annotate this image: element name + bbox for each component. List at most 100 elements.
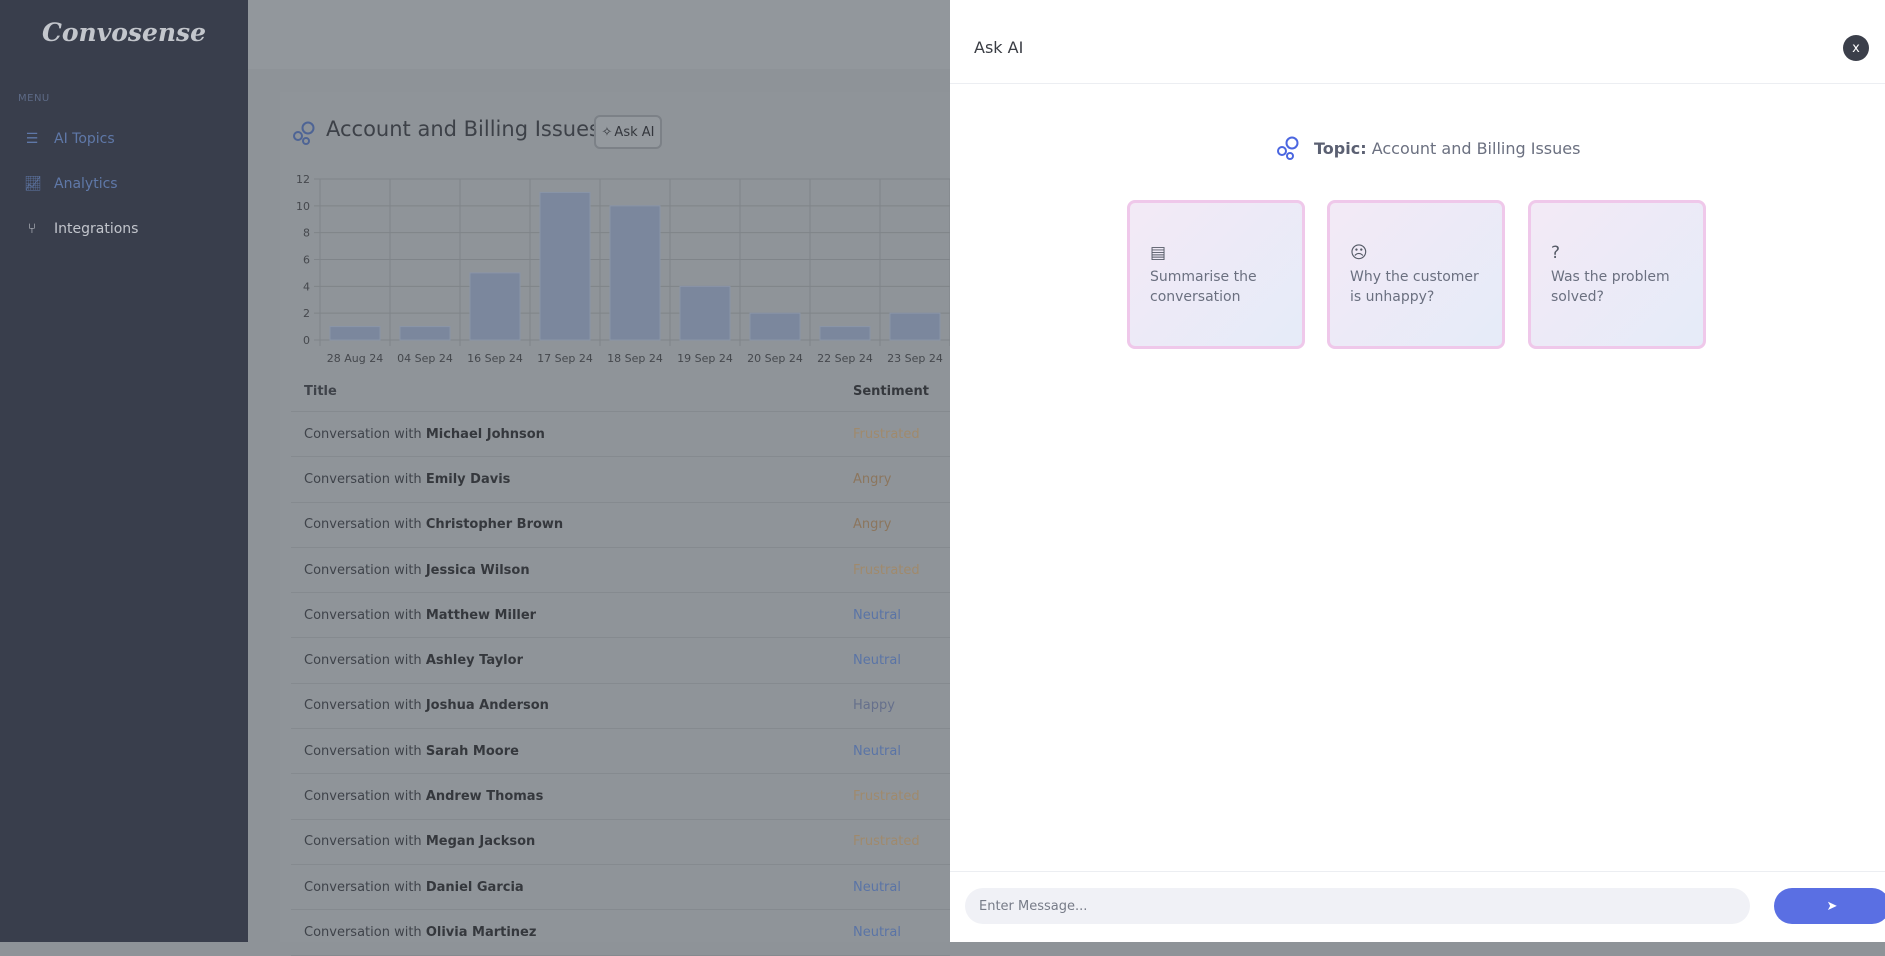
row-title: Conversation with Emily Davis <box>304 471 511 487</box>
sentiment-label: Neutral <box>853 924 901 940</box>
table-row[interactable]: Conversation with Sarah Moore Neutral <box>291 729 950 775</box>
x-tick-label: 20 Sep 24 <box>747 352 803 365</box>
bar <box>469 272 521 341</box>
sentiment-label: Frustrated <box>853 562 920 578</box>
row-title: Conversation with Jessica Wilson <box>304 562 530 578</box>
suggestion-text: Was the problem <box>1551 269 1670 285</box>
divider <box>950 871 1885 872</box>
bubbles-icon <box>1277 136 1299 160</box>
divider <box>950 83 1885 84</box>
topic-value: Account and Billing Issues <box>1371 138 1581 158</box>
table-row[interactable]: Conversation with Matthew Miller Neutral <box>291 593 950 639</box>
sentiment-label: Angry <box>853 471 892 487</box>
row-title: Conversation with Andrew Thomas <box>304 789 544 805</box>
y-tick-label: 10 <box>296 200 310 213</box>
x-tick-label: 19 Sep 24 <box>677 352 733 365</box>
sentiment-label: Neutral <box>853 607 901 623</box>
sidebar-item-label: Analytics <box>54 176 118 192</box>
suggestion-text: conversation <box>1150 289 1241 305</box>
suggestion-text: is unhappy? <box>1350 289 1435 305</box>
bar-chart: 0 2 4 6 8 10 12 28 Aug 24 04 Sep 24 16 Sep 24 17 S… <box>296 173 950 365</box>
header-sentiment: Sentiment <box>853 384 929 399</box>
sentiment-label: Frustrated <box>853 834 920 850</box>
x-tick-label: 18 Sep 24 <box>607 352 663 365</box>
close-button[interactable]: x <box>1843 35 1869 61</box>
row-title: Conversation with Joshua Anderson <box>304 698 549 714</box>
sentiment-label: Frustrated <box>853 426 920 442</box>
top-bar <box>248 0 950 69</box>
sidebar-item-integrations[interactable]: ⑂ Integrations <box>24 221 139 237</box>
bar <box>819 326 871 341</box>
table-row[interactable]: Conversation with Daniel Garcia Neutral <box>291 865 950 911</box>
bar <box>399 326 451 341</box>
document-icon: ▤ <box>1150 243 1167 263</box>
row-title: Conversation with Ashley Taylor <box>304 653 523 669</box>
suggestion-text: Summarise the <box>1150 269 1257 285</box>
page-title: Account and Billing Issues <box>326 117 600 141</box>
topic-label: Topic: <box>1314 138 1367 158</box>
table-row[interactable]: Conversation with Olivia Martinez Neutral <box>291 910 950 956</box>
sad-face-icon: ☹ <box>1350 243 1368 263</box>
logo: Convosense <box>41 18 207 47</box>
suggestion-summarise[interactable]: ▤ Summarise the conversation <box>1127 200 1305 349</box>
ask-ai-panel: Ask AI x Topic: Account and Billing Issu… <box>950 0 1885 942</box>
suggestion-text: Why the customer <box>1350 269 1479 285</box>
y-tick-label: 4 <box>303 280 310 293</box>
x-tick-label: 17 Sep 24 <box>537 352 593 365</box>
bar <box>889 312 941 341</box>
y-tick-label: 8 <box>303 227 310 240</box>
suggestion-text: solved? <box>1551 289 1604 305</box>
y-tick-label: 2 <box>303 307 310 320</box>
bar <box>749 312 801 341</box>
bar <box>679 285 731 341</box>
bar <box>329 326 381 341</box>
y-tick-label: 6 <box>303 254 310 267</box>
x-tick-label: 16 Sep 24 <box>467 352 523 365</box>
sidebar-item-label: Integrations <box>54 221 139 237</box>
ask-ai-label: Ask AI <box>614 124 655 140</box>
sparkle-icon: ✧ <box>601 124 613 140</box>
sentiment-label: Neutral <box>853 653 901 669</box>
ask-ai-button[interactable]: ✧ Ask AI <box>594 115 662 149</box>
row-title: Conversation with Olivia Martinez <box>304 924 537 940</box>
sidebar-item-analytics[interactable]: 📈︎ Analytics <box>24 176 118 192</box>
table-header: Title Sentiment <box>291 372 950 412</box>
row-title: Conversation with Matthew Miller <box>304 607 537 623</box>
conversations-table: Title Sentiment Conversation with Michae… <box>291 372 950 956</box>
bubbles-icon <box>293 121 315 145</box>
suggestion-solved[interactable]: ? Was the problem solved? <box>1528 200 1706 349</box>
sentiment-label: Happy <box>853 698 895 714</box>
sentiment-label: Neutral <box>853 879 901 895</box>
table-row[interactable]: Conversation with Joshua Anderson Happy <box>291 684 950 730</box>
sidebar: Convosense MENU ☰ AI Topics 📈︎ Analytics… <box>0 0 248 942</box>
x-tick-label: 04 Sep 24 <box>397 352 453 365</box>
sentiment-label: Neutral <box>853 743 901 759</box>
row-title: Conversation with Christopher Brown <box>304 517 564 533</box>
y-tick-label: 0 <box>303 334 310 347</box>
table-row[interactable]: Conversation with Christopher Brown Angry <box>291 503 950 548</box>
table-row[interactable]: Conversation with Andrew Thomas Frustrate… <box>291 774 950 820</box>
row-title: Conversation with Sarah Moore <box>304 743 519 759</box>
send-button[interactable]: ➤ <box>1774 888 1885 924</box>
panel-title: Ask AI <box>974 38 1024 57</box>
row-title: Conversation with Megan Jackson <box>304 834 536 850</box>
x-tick-label: 23 Sep 24 <box>887 352 943 365</box>
table-row[interactable]: Conversation with Megan Jackson Frustrate… <box>291 820 950 865</box>
menu-label: MENU <box>18 93 50 104</box>
table-row[interactable]: Conversation with Emily Davis Angry <box>291 457 950 503</box>
send-icon: ➤ <box>1826 898 1838 913</box>
message-input[interactable] <box>965 888 1750 924</box>
line-chart-icon: 📈︎ <box>24 176 42 192</box>
sidebar-item-label: AI Topics <box>54 131 115 147</box>
row-title: Conversation with Michael Johnson <box>304 426 545 442</box>
header-title: Title <box>304 384 337 399</box>
topic-line: Topic: Account and Billing Issues <box>1276 135 1580 161</box>
row-title: Conversation with Daniel Garcia <box>304 879 524 895</box>
sidebar-item-ai-topics[interactable]: ☰ AI Topics <box>24 131 115 147</box>
git-branch-icon: ⑂ <box>27 221 37 237</box>
table-row[interactable]: Conversation with Jessica Wilson Frustrat… <box>291 548 950 594</box>
table-row[interactable]: Conversation with Michael Johnson Frustra… <box>291 412 950 458</box>
x-tick-label: 28 Aug 24 <box>327 352 383 365</box>
suggestion-unhappy[interactable]: ☹ Why the customer is unhappy? <box>1327 200 1505 349</box>
table-row[interactable]: Conversation with Ashley Taylor Neutral <box>291 638 950 684</box>
